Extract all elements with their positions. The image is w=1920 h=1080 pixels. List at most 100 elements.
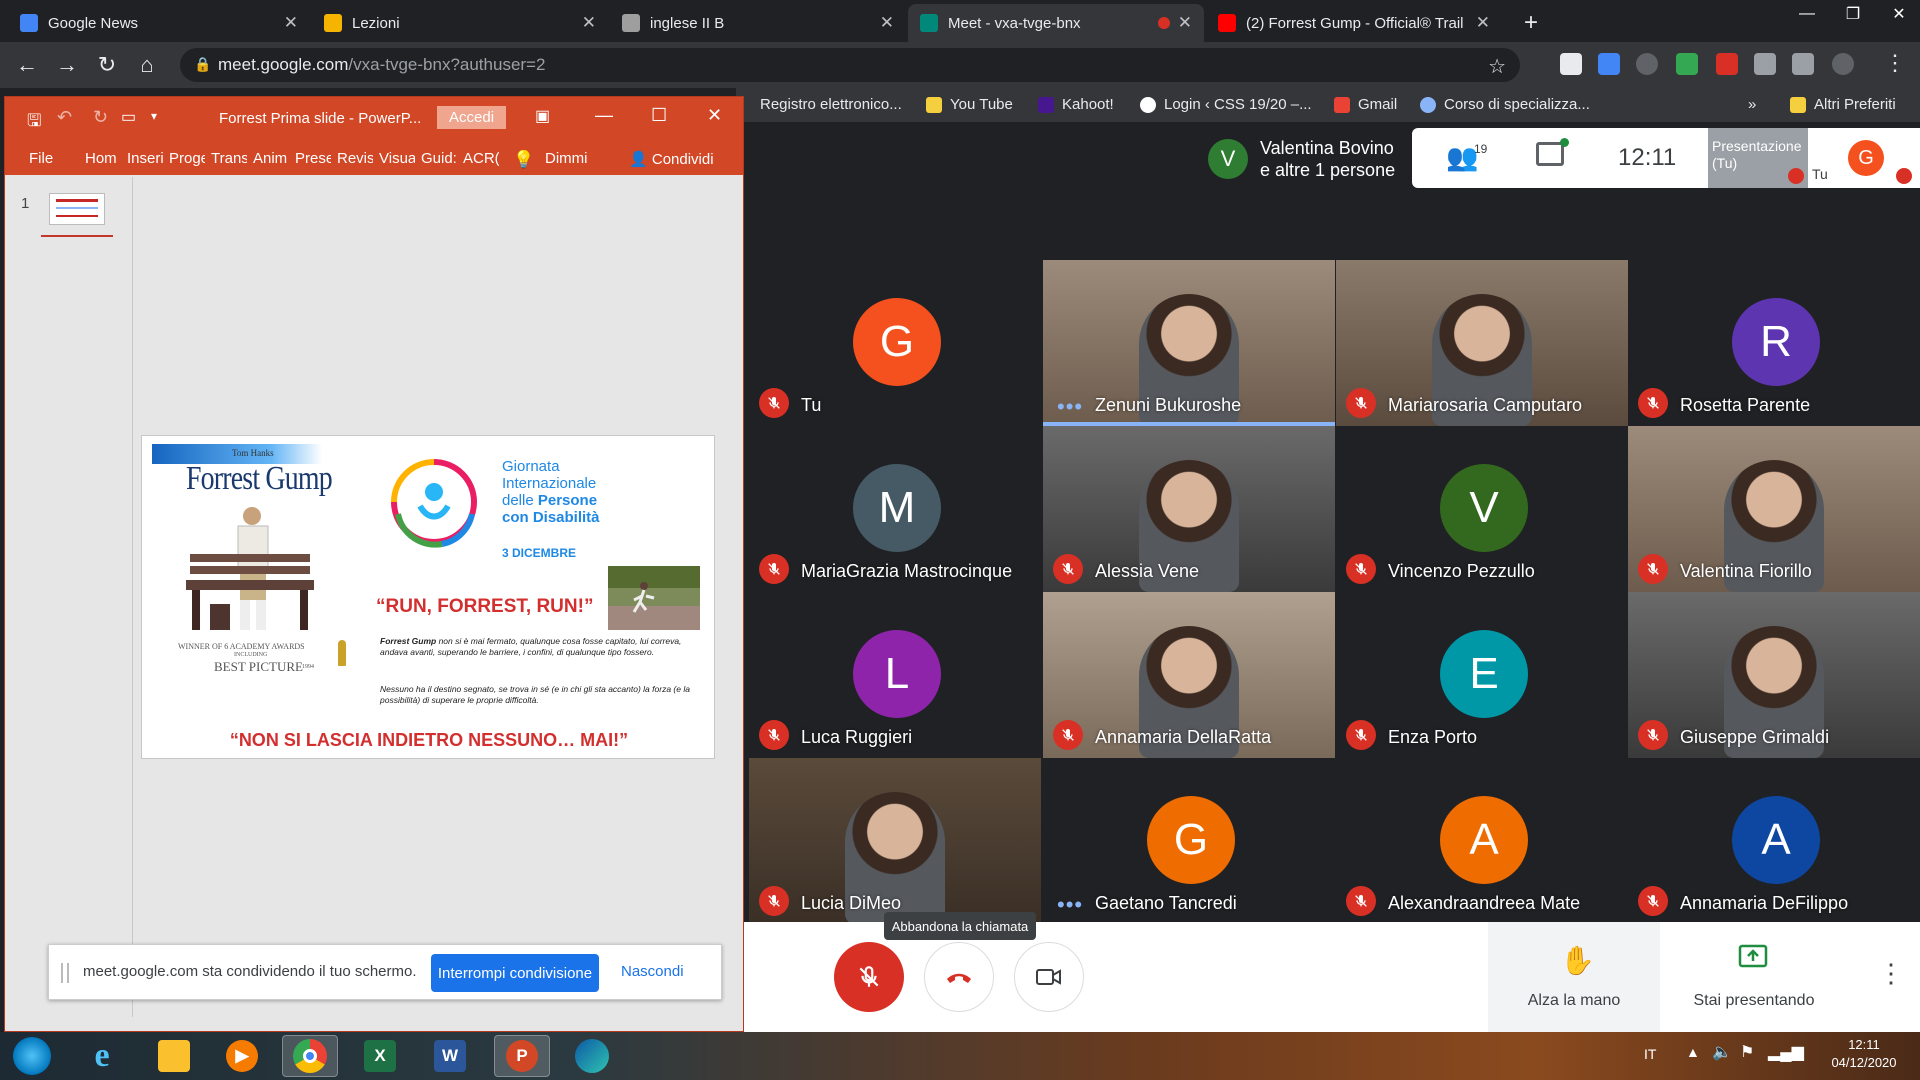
bookmark-item[interactable]: Login ‹ CSS 19/20 –... <box>1140 96 1312 113</box>
participant-tile[interactable]: M MariaGrazia Mastrocinque <box>749 426 1041 592</box>
bookmark-item[interactable]: Corso di specializza... <box>1420 96 1590 113</box>
extension-icon[interactable] <box>1560 53 1582 75</box>
stop-sharing-button[interactable]: Interrompi condivisione <box>431 954 599 992</box>
save-icon[interactable]: 🖫 <box>27 108 41 137</box>
home-button[interactable]: ⌂ <box>132 50 162 80</box>
participant-tile[interactable]: Alessia Vene <box>1043 426 1335 592</box>
more-options-icon[interactable]: ⋮ <box>1878 958 1904 989</box>
ribbon-tab-insert[interactable]: Inseri <box>127 150 165 167</box>
ribbon-tab-slideshow[interactable]: Prese <box>295 150 331 167</box>
leave-call-button[interactable] <box>924 942 994 1012</box>
signin-button[interactable]: Accedi <box>437 106 507 129</box>
close-icon[interactable]: ✕ <box>1178 13 1192 33</box>
taskbar-media-player[interactable]: ▶ <box>214 1035 270 1077</box>
taskbar-file-explorer[interactable] <box>146 1035 202 1077</box>
participant-tile[interactable]: Annamaria DellaRatta <box>1043 592 1335 758</box>
ribbon-tab-animations[interactable]: Anim <box>253 150 289 167</box>
participant-tile[interactable]: Lucia DiMeo <box>749 758 1041 924</box>
volume-icon[interactable]: 🔈 <box>1712 1042 1732 1062</box>
participant-tile[interactable]: Mariarosaria Camputaro <box>1336 260 1628 426</box>
mic-toggle-button[interactable] <box>834 942 904 1012</box>
presenter-info[interactable]: V Valentina Bovino e altre 1 persone <box>1200 130 1412 188</box>
chat-icon[interactable] <box>1536 142 1564 166</box>
bookmark-item[interactable]: Kahoot! <box>1038 96 1114 113</box>
system-clock[interactable]: 12:11 04/12/2020 <box>1816 1036 1912 1072</box>
participant-tile[interactable]: A Annamaria DeFilippo <box>1628 758 1920 924</box>
tray-expand-icon[interactable]: ▲ <box>1686 1044 1700 1060</box>
drag-handle-icon[interactable] <box>61 963 69 983</box>
restore-button[interactable]: ❐ <box>1830 0 1876 28</box>
qat-dropdown-icon[interactable]: ▾ <box>151 109 157 123</box>
bookmark-item[interactable]: You Tube <box>926 96 1013 113</box>
ribbon-tab-acrobat[interactable]: ACR( <box>463 150 499 167</box>
participant-tile[interactable]: Valentina Fiorillo <box>1628 426 1920 592</box>
reload-button[interactable]: ↻ <box>92 50 122 80</box>
tab-google-news[interactable]: Google News ✕ <box>8 4 310 42</box>
tab-meet[interactable]: Meet - vxa-tvge-bnx ✕ <box>908 4 1204 42</box>
tab-lezioni[interactable]: Lezioni ✕ <box>312 4 608 42</box>
participant-tile[interactable]: L Luca Ruggieri <box>749 592 1041 758</box>
profile-avatar[interactable] <box>1832 53 1854 75</box>
ribbon-tab-guide[interactable]: Guid: <box>421 150 457 167</box>
taskbar-excel[interactable]: X <box>352 1035 408 1077</box>
extension-icon[interactable] <box>1636 53 1658 75</box>
participant-tile[interactable]: A Alexandraandreea Mate <box>1336 758 1628 924</box>
back-button[interactable]: ← <box>12 50 42 80</box>
ribbon-tab-transitions[interactable]: Trans <box>211 150 247 167</box>
minimize-button[interactable]: — <box>1784 0 1830 28</box>
undo-icon[interactable]: ↶ <box>57 107 72 128</box>
tell-me-search[interactable]: Dimmi <box>545 150 588 167</box>
pdf-icon[interactable] <box>1716 53 1738 75</box>
forward-button[interactable]: → <box>52 50 82 80</box>
participant-tile[interactable]: ••• Zenuni Bukuroshe <box>1043 260 1335 426</box>
participant-tile[interactable]: G ••• Gaetano Tancredi <box>1043 758 1335 924</box>
redo-icon[interactable]: ↻ <box>93 107 108 128</box>
participant-tile[interactable]: V Vincenzo Pezzullo <box>1336 426 1628 592</box>
taskbar-word[interactable]: W <box>422 1035 478 1077</box>
translate-icon[interactable] <box>1598 53 1620 75</box>
ribbon-tab-home[interactable]: Hom <box>85 150 125 167</box>
language-indicator[interactable]: IT <box>1644 1046 1656 1062</box>
slide-canvas[interactable]: Tom Hanks Forrest Gump WINNER OF 6 ACADE… <box>141 435 715 759</box>
presentation-thumbnail[interactable]: Presentazione (Tu) <box>1708 128 1808 188</box>
close-icon[interactable]: ✕ <box>880 13 894 33</box>
close-button[interactable]: ✕ <box>707 105 722 126</box>
address-bar[interactable]: 🔒 meet.google.com/vxa-tvge-bnx?authuser=… <box>180 48 1520 82</box>
participant-tile[interactable]: Giuseppe Grimaldi <box>1628 592 1920 758</box>
participant-tile[interactable]: G Tu <box>749 260 1041 426</box>
participant-tile[interactable]: R Rosetta Parente <box>1628 260 1920 426</box>
bookmark-item[interactable]: Gmail <box>1334 96 1397 113</box>
puzzle-icon[interactable] <box>1754 53 1776 75</box>
tab-inglese[interactable]: inglese II B ✕ <box>610 4 906 42</box>
participant-tile[interactable]: E Enza Porto <box>1336 592 1628 758</box>
slideshow-icon[interactable]: ▭ <box>121 107 136 127</box>
bookmark-item[interactable]: Altri Preferiti <box>1790 96 1896 113</box>
presenting-button[interactable]: Stai presentando <box>1664 922 1844 1032</box>
tab-youtube[interactable]: (2) Forrest Gump - Official® Trail ✕ <box>1206 4 1502 42</box>
extension-icon[interactable] <box>1676 53 1698 75</box>
hide-button[interactable]: Nascondi <box>621 963 684 980</box>
bookmarks-overflow[interactable]: » <box>1748 96 1756 113</box>
ribbon-tab-design[interactable]: Proge <box>169 150 205 167</box>
slide-thumbnail[interactable] <box>49 193 105 225</box>
playlist-icon[interactable] <box>1792 53 1814 75</box>
close-icon[interactable]: ✕ <box>582 13 596 33</box>
close-icon[interactable]: ✕ <box>1476 13 1490 33</box>
network-icon[interactable]: ▂▄▆ <box>1768 1042 1804 1062</box>
close-window-button[interactable]: ✕ <box>1876 0 1920 28</box>
taskbar-edge[interactable] <box>564 1035 620 1077</box>
ribbon-tab-file[interactable]: File <box>29 150 69 167</box>
ribbon-tab-view[interactable]: Visua <box>379 150 415 167</box>
bookmark-item[interactable]: Registro elettronico... <box>760 96 902 113</box>
minimize-button[interactable]: — <box>595 105 613 126</box>
taskbar-internet-explorer[interactable]: e <box>74 1035 130 1077</box>
action-center-icon[interactable]: ⚑ <box>1740 1042 1754 1062</box>
menu-kebab-icon[interactable]: ⋮ <box>1884 50 1906 76</box>
taskbar-powerpoint[interactable]: P <box>494 1035 550 1077</box>
close-icon[interactable]: ✕ <box>284 13 298 33</box>
ribbon-display-icon[interactable]: ▣ <box>535 106 550 126</box>
maximize-button[interactable]: ☐ <box>651 105 667 126</box>
start-button[interactable] <box>4 1035 60 1077</box>
taskbar-chrome[interactable] <box>282 1035 338 1077</box>
camera-toggle-button[interactable] <box>1014 942 1084 1012</box>
